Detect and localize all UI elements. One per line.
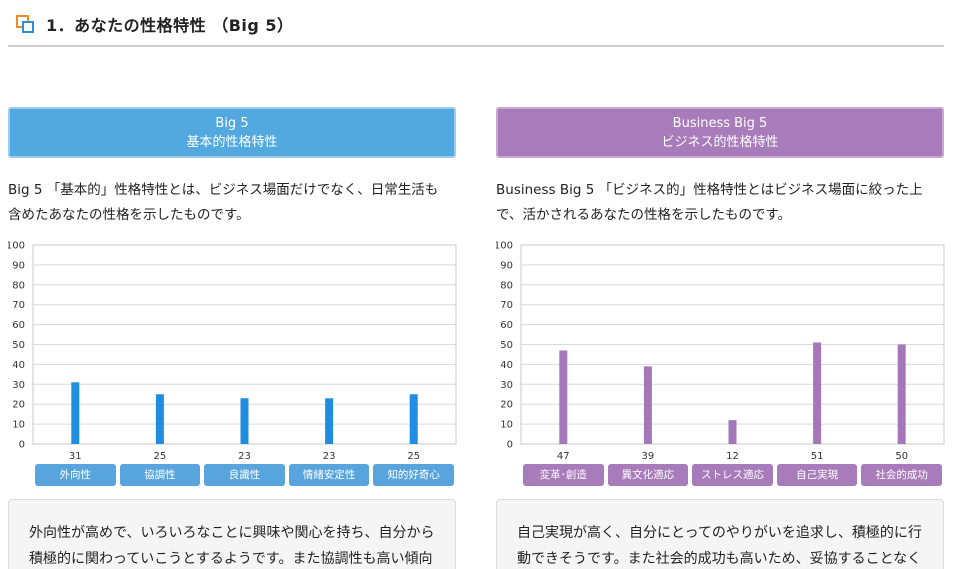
y-tick-label: 10: [12, 420, 25, 431]
y-tick-label: 0: [507, 440, 513, 451]
bar-value-label: 25: [407, 451, 420, 462]
big5-panel: Big 5 基本的性格特性 Big 5 「基本的」性格特性とは、ビジネス場面だけ…: [8, 107, 457, 569]
bar-value-label: 23: [238, 451, 251, 462]
y-tick-label: 20: [500, 400, 513, 411]
section-header: 1．あなたの性格特性 （Big 5）: [0, 0, 956, 48]
bar: [325, 398, 334, 444]
banner-title: Business Big 5: [672, 116, 768, 131]
big5-chart: 0 10 20 30 40 50 60 70 80 90 100 31 25 23 23 25: [8, 240, 460, 490]
category-label: 異文化適応: [607, 464, 689, 486]
description-line: で、活かされるあなたの性格を示したものです。: [496, 207, 792, 223]
bar-value-label: 23: [323, 451, 336, 462]
bar-value-label: 25: [154, 451, 167, 462]
bar-value-label: 50: [895, 451, 908, 462]
y-tick-label: 100: [8, 241, 25, 252]
bar: [240, 398, 249, 444]
y-tick-label: 70: [12, 300, 25, 311]
banner-subtitle: 基本的性格特性: [186, 135, 278, 150]
big5-category-labels: 外向性 協調性 良識性 情緒安定性 知的好奇心: [33, 464, 456, 486]
y-tick-label: 70: [500, 300, 513, 311]
bar: [155, 394, 164, 444]
bar: [559, 350, 568, 444]
business-big5-bar-chart: 0 10 20 30 40 50 60 70 80 90 100 47 39 12 51 50: [496, 241, 945, 462]
business-big5-chart: 0 10 20 30 40 50 60 70 80 90 100 47 39 12 51 50: [496, 240, 948, 490]
business-big5-panel: Business Big 5 ビジネス的性格特性 Business Big 5 …: [496, 107, 945, 569]
page-title: 1．あなたの性格特性 （Big 5）: [46, 16, 294, 35]
category-label: 協調性: [119, 464, 201, 486]
big5-banner: Big 5 基本的性格特性: [8, 107, 456, 158]
bar: [897, 344, 906, 444]
y-tick-label: 30: [12, 380, 25, 391]
bar: [813, 342, 822, 444]
category-label: 変革･創造: [523, 464, 604, 486]
y-tick-label: 50: [12, 340, 25, 351]
bar: [728, 420, 737, 444]
banner-title: Big 5: [215, 116, 249, 131]
y-tick-label: 60: [12, 320, 25, 331]
comment-line: 自己実現が高く、自分にとってのやりがいを追求し、積極的に行: [517, 525, 922, 541]
business-big5-category-labels: 変革･創造 異文化適応 ストレス適応 自己実現 社会的成功: [521, 464, 944, 486]
bar-value-label: 51: [811, 451, 824, 462]
y-tick-label: 40: [12, 360, 25, 371]
bar: [71, 382, 80, 444]
bar-value-label: 31: [69, 451, 82, 462]
y-tick-label: 50: [500, 340, 513, 351]
y-tick-label: 80: [500, 280, 513, 291]
y-tick-label: 100: [496, 241, 513, 252]
panel-description: Business Big 5 「ビジネス的」性格特性とはビジネス場面に絞った上 …: [496, 178, 944, 228]
bar-value-label: 47: [557, 451, 570, 462]
description-line: Big 5 「基本的」性格特性とは、ビジネス場面だけでなく、日常生活も: [8, 182, 439, 198]
bar-value-label: 39: [642, 451, 655, 462]
big5-bar-chart: 0 10 20 30 40 50 60 70 80 90 100 31 25 23 23 25: [8, 241, 457, 462]
header-divider: [8, 45, 944, 47]
panel-description: Big 5 「基本的」性格特性とは、ビジネス場面だけでなく、日常生活も 含めたあ…: [8, 178, 456, 228]
comment-line: 積極的に関わっていこうとするようです。また協調性も高い傾向: [29, 551, 433, 567]
section-square-icon: [16, 15, 34, 33]
category-label: ストレス適応: [692, 464, 773, 486]
y-tick-label: 0: [19, 440, 25, 451]
category-label: 知的好奇心: [373, 464, 454, 486]
y-tick-label: 90: [12, 260, 25, 271]
category-label: 情緒安定性: [288, 464, 370, 486]
bar-value-label: 12: [726, 451, 739, 462]
description-line: 含めたあなたの性格を示したものです。: [8, 207, 250, 223]
y-tick-label: 10: [500, 420, 513, 431]
y-tick-label: 30: [500, 380, 513, 391]
category-label: 外向性: [35, 464, 116, 486]
bar: [409, 394, 418, 444]
banner-subtitle: ビジネス的性格特性: [661, 135, 779, 150]
category-label: 良識性: [204, 464, 285, 486]
comment-line: 外向性が高めで、いろいろなことに興味や関心を持ち、自分から: [29, 525, 435, 541]
y-tick-label: 40: [500, 360, 513, 371]
y-tick-label: 90: [500, 260, 513, 271]
category-label: 自己実現: [776, 464, 858, 486]
bar: [643, 366, 652, 444]
y-tick-label: 20: [12, 400, 25, 411]
description-line: Business Big 5 「ビジネス的」性格特性とはビジネス場面に絞った上: [496, 182, 923, 198]
y-tick-label: 80: [12, 280, 25, 291]
business-big5-banner: Business Big 5 ビジネス的性格特性: [496, 107, 944, 158]
category-label: 社会的成功: [861, 464, 942, 486]
y-tick-label: 60: [500, 320, 513, 331]
comment-line: 動できそうです。また社会的成功も高いため、妥協することなく: [517, 551, 922, 567]
